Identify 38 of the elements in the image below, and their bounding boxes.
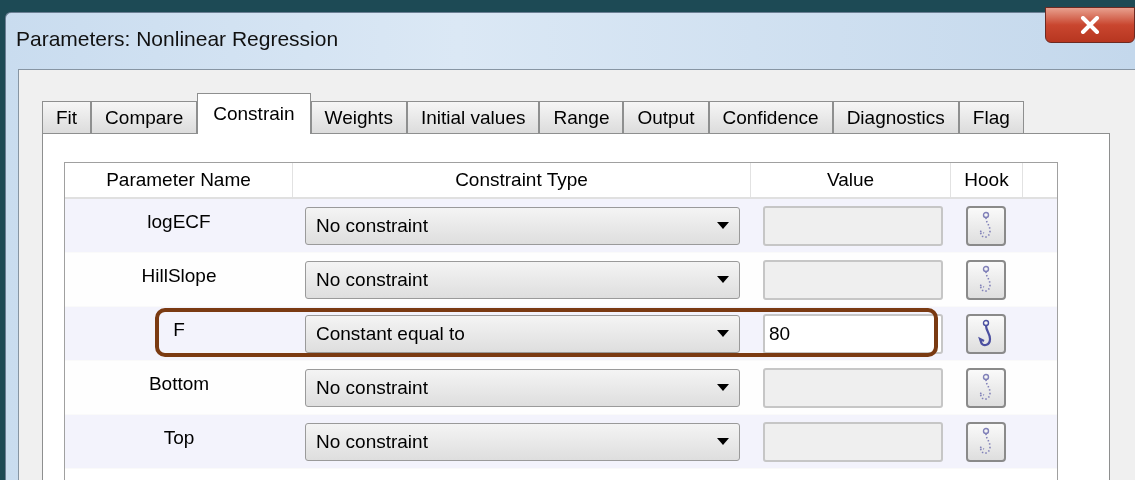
tab[interactable]: Diagnostics xyxy=(832,101,959,133)
constraint-dropdown[interactable]: No constraint xyxy=(305,368,740,407)
tab[interactable]: Fit xyxy=(42,101,92,133)
column-header: Parameter Name xyxy=(65,163,293,197)
tab[interactable]: Confidence xyxy=(708,101,833,133)
parameter-name: Top xyxy=(163,427,195,449)
window-title: Parameters: Nonlinear Regression xyxy=(16,27,339,51)
hook-button[interactable] xyxy=(966,421,1006,462)
tab[interactable]: Output xyxy=(623,101,709,133)
value-field[interactable]: 80 xyxy=(763,313,943,354)
caret-icon xyxy=(717,438,729,445)
column-header: Value xyxy=(751,163,951,197)
column-header: Hook xyxy=(951,163,1023,197)
constraint-dropdown[interactable]: No constraint xyxy=(305,422,740,461)
hook-button[interactable] xyxy=(966,313,1006,354)
caret-icon xyxy=(717,276,729,283)
caret-icon xyxy=(717,330,729,337)
tab[interactable]: Constrain xyxy=(197,93,311,134)
caret-icon xyxy=(717,222,729,229)
tab[interactable]: Flag xyxy=(958,101,1024,133)
caret-icon xyxy=(717,384,729,391)
tab[interactable]: Compare xyxy=(91,101,198,133)
tab[interactable]: Range xyxy=(539,101,624,133)
tab[interactable]: Weights xyxy=(310,101,407,133)
hook-button[interactable] xyxy=(966,205,1006,246)
hook-button[interactable] xyxy=(966,259,1006,300)
hook-button[interactable] xyxy=(966,367,1006,408)
close-button[interactable] xyxy=(1045,7,1135,43)
close-icon xyxy=(1079,16,1101,34)
constraint-dropdown[interactable]: No constraint xyxy=(305,206,740,245)
parameter-name: Bottom xyxy=(148,373,210,395)
column-header: Constraint Type xyxy=(293,163,751,197)
constraint-dropdown[interactable]: Constant equal to xyxy=(305,314,740,353)
parameter-name: logECF xyxy=(147,211,211,233)
parameter-name: HillSlope xyxy=(141,265,217,287)
parameter-name: F xyxy=(173,319,185,341)
constraint-dropdown[interactable]: No constraint xyxy=(305,260,740,299)
tab[interactable]: Initial values xyxy=(406,101,540,133)
